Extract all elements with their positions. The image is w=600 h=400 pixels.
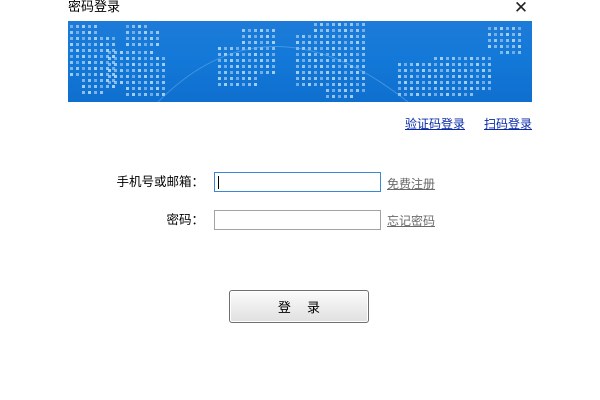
phone-email-label: 手机号或邮箱：	[116, 174, 204, 189]
register-link[interactable]: 免费注册	[387, 177, 435, 191]
window-title: 密码登录	[68, 0, 121, 15]
password-label: 密码：	[166, 212, 204, 227]
sms-login-link[interactable]: 验证码登录	[405, 117, 465, 131]
forgot-password-link[interactable]: 忘记密码	[387, 214, 435, 228]
close-icon[interactable]: ✕	[508, 0, 534, 17]
world-map-dots	[70, 23, 521, 102]
password-input[interactable]	[214, 210, 381, 230]
text-caret	[218, 176, 219, 189]
login-button[interactable]: 登 录	[229, 290, 369, 323]
scan-login-link[interactable]: 扫码登录	[484, 117, 532, 131]
title-bar: 密码登录 ✕	[0, 0, 600, 18]
phone-email-input[interactable]	[214, 172, 381, 192]
header-banner	[68, 21, 532, 102]
